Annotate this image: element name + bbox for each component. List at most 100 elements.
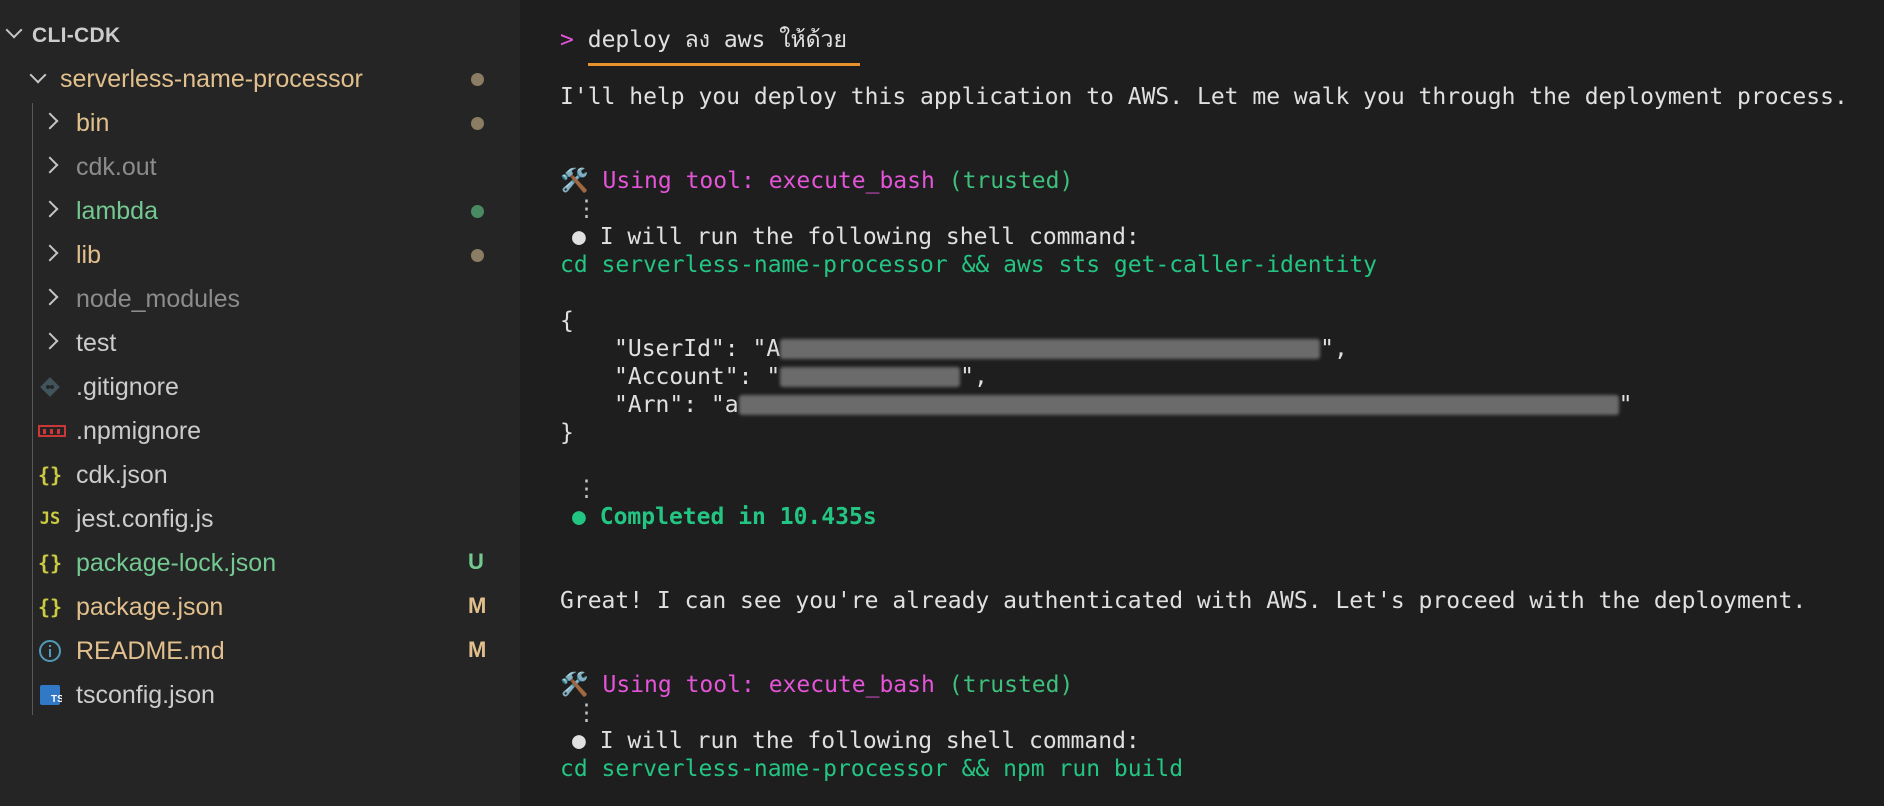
tree-item-label: .gitignore — [76, 373, 179, 401]
assistant-intro: I'll help you deploy this application to… — [560, 84, 1848, 110]
json-open: { — [560, 308, 574, 334]
tools-icon: 🛠️ — [560, 168, 589, 194]
chevron-right-icon — [41, 200, 59, 218]
tools-icon: 🛠️ — [560, 672, 589, 698]
shell-command: cd serverless-name-processor && npm run … — [560, 756, 1184, 782]
json-account-key: "Account": " — [614, 364, 781, 390]
tree-folder-project-label: serverless-name-processor — [60, 65, 363, 93]
completed-status: ● Completed in 10.435s — [572, 503, 877, 531]
tree-item-label: .npmignore — [76, 417, 202, 445]
trust-label: (trusted) — [948, 168, 1074, 194]
vertical-dots-icon: ⋮ — [575, 700, 598, 726]
tree-folder-project[interactable]: serverless-name-processor — [0, 59, 520, 99]
tree-item-label: lib — [76, 241, 102, 269]
tree-file-gitignore[interactable]: .gitignore — [0, 367, 520, 407]
tree-folder-test[interactable]: test — [0, 323, 520, 363]
chevron-right-icon — [41, 156, 59, 174]
tree-file-readme[interactable]: README.md M — [0, 631, 520, 671]
js-icon: JS — [39, 509, 61, 529]
tree-file-tsconfig[interactable]: TS tsconfig.json — [0, 675, 520, 715]
file-explorer: CLI-CDK serverless-name-processor bin cd… — [0, 0, 520, 806]
chevron-down-icon — [29, 66, 47, 84]
json-arn-tail: " — [1618, 392, 1633, 418]
tree-file-cdk-json[interactable]: {} cdk.json — [0, 455, 520, 495]
prompt-line: > deploy ลง aws ให้ด้วย — [560, 26, 847, 54]
git-icon — [38, 375, 62, 399]
tree-item-label: tsconfig.json — [76, 681, 215, 709]
vertical-dots-icon: ⋮ — [575, 196, 598, 222]
svg-text:TS: TS — [51, 694, 62, 705]
tree-file-jest-config[interactable]: JS jest.config.js — [0, 499, 520, 539]
json-icon: {} — [38, 463, 63, 487]
tree-file-package-json[interactable]: {} package.json M — [0, 587, 520, 627]
explorer-root[interactable]: CLI-CDK — [0, 14, 520, 54]
modified-dot-icon — [471, 117, 484, 130]
tool-name: execute_bash — [768, 672, 935, 698]
json-icon: {} — [38, 551, 63, 575]
tool-name: execute_bash — [768, 168, 935, 194]
tool-call-header: 🛠️ Using tool: execute_bash (trusted) — [560, 167, 1073, 195]
json-userid-line: "UserId": "A ", — [614, 335, 1348, 363]
using-tool-label: Using tool: — [602, 672, 755, 698]
tool-intent-text: I will run the following shell command: — [599, 728, 1140, 754]
chevron-right-icon — [41, 288, 59, 306]
json-userid-tail: ", — [1320, 336, 1348, 362]
ts-icon: TS — [38, 683, 64, 707]
tree-file-package-lock[interactable]: {} package-lock.json U — [0, 543, 520, 583]
tree-item-label: package.json — [76, 593, 224, 621]
json-account-line: "Account": " ", — [614, 363, 988, 391]
redacted-value — [780, 367, 961, 387]
tool-intent: ● I will run the following shell command… — [572, 727, 1140, 755]
info-icon — [38, 639, 62, 663]
json-userid-key: "UserId": "A — [614, 336, 781, 362]
tool-intent: ● I will run the following shell command… — [572, 223, 1140, 251]
tree-item-label: node_modules — [76, 285, 241, 313]
json-arn-line: "Arn": "a " — [614, 391, 1632, 419]
tool-intent-text: I will run the following shell command: — [599, 224, 1140, 250]
bullet-icon: ● — [572, 224, 586, 250]
prompt-underline — [588, 63, 860, 66]
explorer-root-label: CLI-CDK — [32, 24, 121, 47]
assistant-followup: Great! I can see you're already authenti… — [560, 588, 1807, 614]
prompt-text: deploy ลง aws ให้ด้วย — [587, 27, 847, 53]
tree-folder-node-modules[interactable]: node_modules — [0, 279, 520, 319]
chevron-down-icon — [5, 21, 23, 39]
prompt-symbol: > — [560, 27, 574, 53]
tree-item-label: cdk.out — [76, 153, 157, 181]
json-arn-key: "Arn": "a — [614, 392, 739, 418]
modified-dot-icon — [471, 73, 484, 86]
tree-folder-lambda[interactable]: lambda — [0, 191, 520, 231]
npm-icon — [38, 419, 66, 443]
trust-label: (trusted) — [948, 672, 1074, 698]
shell-command: cd serverless-name-processor && aws sts … — [560, 252, 1377, 278]
terminal-panel[interactable]: > deploy ลง aws ให้ด้วย I'll help you de… — [520, 0, 1884, 806]
tree-item-label: package-lock.json — [76, 549, 277, 577]
json-close: } — [560, 420, 574, 446]
tree-folder-bin[interactable]: bin — [0, 103, 520, 143]
tree-item-label: lambda — [76, 197, 158, 225]
tree-file-npmignore[interactable]: .npmignore — [0, 411, 520, 451]
redacted-value — [780, 339, 1321, 359]
tree-item-label: bin — [76, 109, 110, 137]
tree-item-label: test — [76, 329, 117, 357]
untracked-dot-icon — [471, 205, 484, 218]
tree-folder-cdk-out[interactable]: cdk.out — [0, 147, 520, 187]
bullet-icon: ● — [572, 728, 586, 754]
git-status-badge: M — [468, 637, 487, 662]
chevron-right-icon — [41, 332, 59, 350]
vertical-dots-icon: ⋮ — [575, 476, 598, 502]
tree-folder-lib[interactable]: lib — [0, 235, 520, 275]
redacted-value — [738, 395, 1619, 415]
bullet-icon: ● — [572, 504, 586, 530]
git-status-badge: M — [468, 593, 487, 618]
tree-item-label: README.md — [76, 637, 225, 665]
chevron-right-icon — [41, 112, 59, 130]
git-status-badge: U — [468, 549, 484, 574]
modified-dot-icon — [471, 249, 484, 262]
using-tool-label: Using tool: — [602, 168, 755, 194]
json-account-tail: ", — [960, 364, 988, 390]
tree-item-label: cdk.json — [76, 461, 168, 489]
chevron-right-icon — [41, 244, 59, 262]
tool-call-header: 🛠️ Using tool: execute_bash (trusted) — [560, 671, 1073, 699]
completed-text: Completed in 10.435s — [599, 504, 877, 530]
